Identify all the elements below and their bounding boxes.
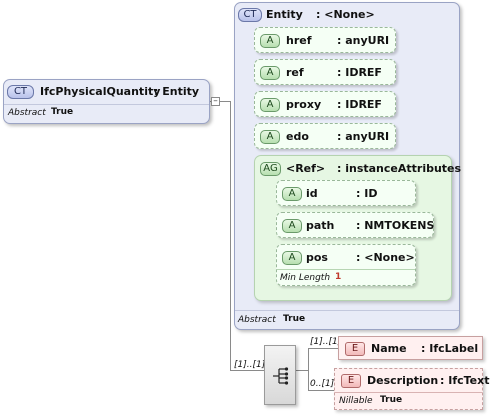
attr-badge-text: A (288, 252, 296, 263)
connector-seq-branch (308, 348, 309, 390)
group-name: <Ref> (286, 162, 326, 175)
attribute-pos[interactable]: A pos : <None> Min Length 1 (276, 244, 416, 286)
connector-seq-description (308, 390, 334, 391)
attr-badge-text: A (288, 188, 296, 199)
attribute-type: : IDREF (337, 66, 382, 79)
entity-prop-value: True (283, 314, 306, 324)
attribute-type: : anyURI (337, 34, 390, 47)
element-icon: E (345, 342, 365, 356)
entity-type-name: Entity (266, 8, 303, 21)
root-type-base: : Entity (154, 85, 200, 98)
attribute-icon: A (282, 187, 302, 201)
group-type: : instanceAttributes (337, 162, 462, 175)
elem-badge-text: E (347, 375, 355, 386)
attr-badge-text: A (288, 220, 296, 231)
attr-badge-text: A (266, 35, 274, 46)
attribute-edo[interactable]: A edo : anyURI (254, 123, 396, 149)
entity-prop-label: Abstract (238, 315, 276, 325)
attribute-icon: A (260, 98, 280, 112)
attribute-href[interactable]: A href : anyURI (254, 27, 396, 53)
collapse-icon[interactable]: – (211, 97, 220, 106)
attribute-name: edo (286, 130, 309, 143)
attribute-icon: A (260, 34, 280, 48)
element-name[interactable]: E Name : IfcLabel (338, 336, 483, 360)
attribute-id[interactable]: A id : ID (276, 180, 416, 206)
sequence-compositor[interactable] (264, 345, 296, 405)
element-multiplicity: [1]..[1] (310, 337, 342, 347)
root-prop-label: Abstract (8, 108, 46, 118)
attribute-name: proxy (286, 98, 322, 111)
connector-seq-name (308, 348, 338, 349)
attribute-type: : anyURI (337, 130, 390, 143)
sequence-multiplicity: [1]..[1] (234, 360, 266, 370)
entity-badge-text: CT (243, 9, 257, 20)
connector-to-sequence (230, 370, 264, 371)
element-prop-label: Nillable (339, 396, 373, 406)
attribute-type: : <None> (356, 251, 415, 264)
root-prop-value: True (51, 107, 74, 117)
attribute-name: ref (286, 66, 304, 79)
complex-type-icon: CT (238, 8, 262, 22)
attr-badge-text: A (266, 131, 274, 142)
root-type-name: IfcPhysicalQuantity (40, 85, 161, 98)
attribute-icon: A (282, 219, 302, 233)
element-type: : IfcLabel (421, 342, 479, 355)
attribute-icon: A (260, 130, 280, 144)
root-badge-text: CT (13, 86, 28, 97)
attribute-path[interactable]: A path : NMTOKENS (276, 212, 434, 238)
sequence-icon (273, 367, 289, 385)
root-complex-type[interactable]: CT IfcPhysicalQuantity : Entity Abstract… (3, 79, 210, 124)
element-label: Description (367, 374, 439, 387)
facet-label: Min Length (280, 273, 331, 283)
attr-badge-text: A (266, 67, 274, 78)
element-type: : IfcText (440, 374, 490, 387)
entity-type-base: : <None> (316, 8, 375, 21)
elem-badge-text: E (351, 343, 359, 354)
attribute-type: : IDREF (337, 98, 382, 111)
attribute-name: path (306, 219, 335, 232)
facet-value: 1 (335, 272, 342, 282)
attribute-type: : ID (356, 187, 378, 200)
element-multiplicity: 0..[1] (310, 379, 335, 389)
attr-badge-text: A (266, 99, 274, 110)
attribute-name: id (306, 187, 318, 200)
attribute-icon: A (260, 66, 280, 80)
complex-type-icon: CT (7, 85, 34, 99)
element-icon: E (341, 374, 361, 388)
attribute-name: pos (306, 251, 328, 264)
attribute-name: href (286, 34, 312, 47)
connector-trunk (230, 101, 231, 370)
attribute-ref[interactable]: A ref : IDREF (254, 59, 396, 85)
element-description[interactable]: E Description : IfcText Nillable True (334, 368, 489, 410)
attribute-type: : NMTOKENS (356, 219, 435, 232)
attribute-group-icon: AG (260, 162, 281, 176)
group-badge-text: AG (263, 163, 278, 174)
attribute-icon: A (282, 251, 302, 265)
element-prop-value: True (380, 395, 403, 405)
attribute-proxy[interactable]: A proxy : IDREF (254, 91, 396, 117)
element-label: Name (371, 342, 407, 355)
connector-seq-out (296, 370, 308, 371)
